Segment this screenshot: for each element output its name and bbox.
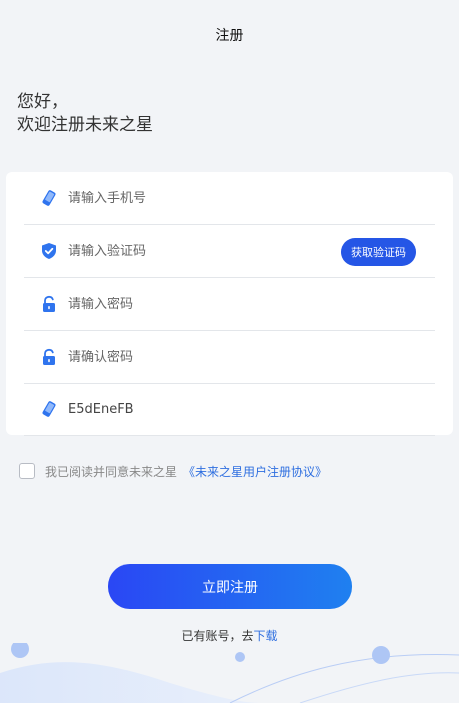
invite-code-row xyxy=(24,383,435,436)
shield-check-icon xyxy=(40,242,58,260)
phone-row xyxy=(24,172,435,225)
login-prefix: 已有账号，去 xyxy=(181,629,254,643)
agreement-checkbox[interactable] xyxy=(19,463,35,479)
login-line: 已有账号，去下载 xyxy=(0,627,459,644)
invite-code-input[interactable] xyxy=(68,401,328,417)
unlock-icon xyxy=(40,348,58,366)
page-header: 注册 xyxy=(0,0,459,70)
agreement-text: 我已阅读并同意未来之星 xyxy=(45,464,178,479)
phone-icon xyxy=(40,189,58,207)
register-button[interactable]: 立即注册 xyxy=(108,564,352,609)
page-title: 注册 xyxy=(215,28,244,44)
confirm-password-row xyxy=(24,331,435,384)
password-row xyxy=(24,278,435,331)
phone-input[interactable] xyxy=(68,190,328,206)
greeting: 您好， 欢迎注册未来之星 xyxy=(17,91,153,137)
confirm-password-input[interactable] xyxy=(68,349,328,365)
download-link[interactable]: 下载 xyxy=(254,629,278,643)
greeting-line-2: 欢迎注册未来之星 xyxy=(17,115,153,135)
code-row: 获取验证码 xyxy=(24,225,435,278)
agreement-row: 我已阅读并同意未来之星 《未来之星用户注册协议》 xyxy=(19,462,327,480)
get-code-button[interactable]: 获取验证码 xyxy=(341,238,416,266)
agreement-link[interactable]: 《未来之星用户注册协议》 xyxy=(183,463,327,480)
unlock-icon xyxy=(40,295,58,313)
phone-icon xyxy=(40,400,58,418)
greeting-line-1: 您好， xyxy=(17,92,68,112)
code-input[interactable] xyxy=(68,243,328,259)
register-form-card: 获取验证码 xyxy=(6,172,453,436)
password-input[interactable] xyxy=(68,296,328,312)
background-wave-decoration xyxy=(0,643,459,703)
